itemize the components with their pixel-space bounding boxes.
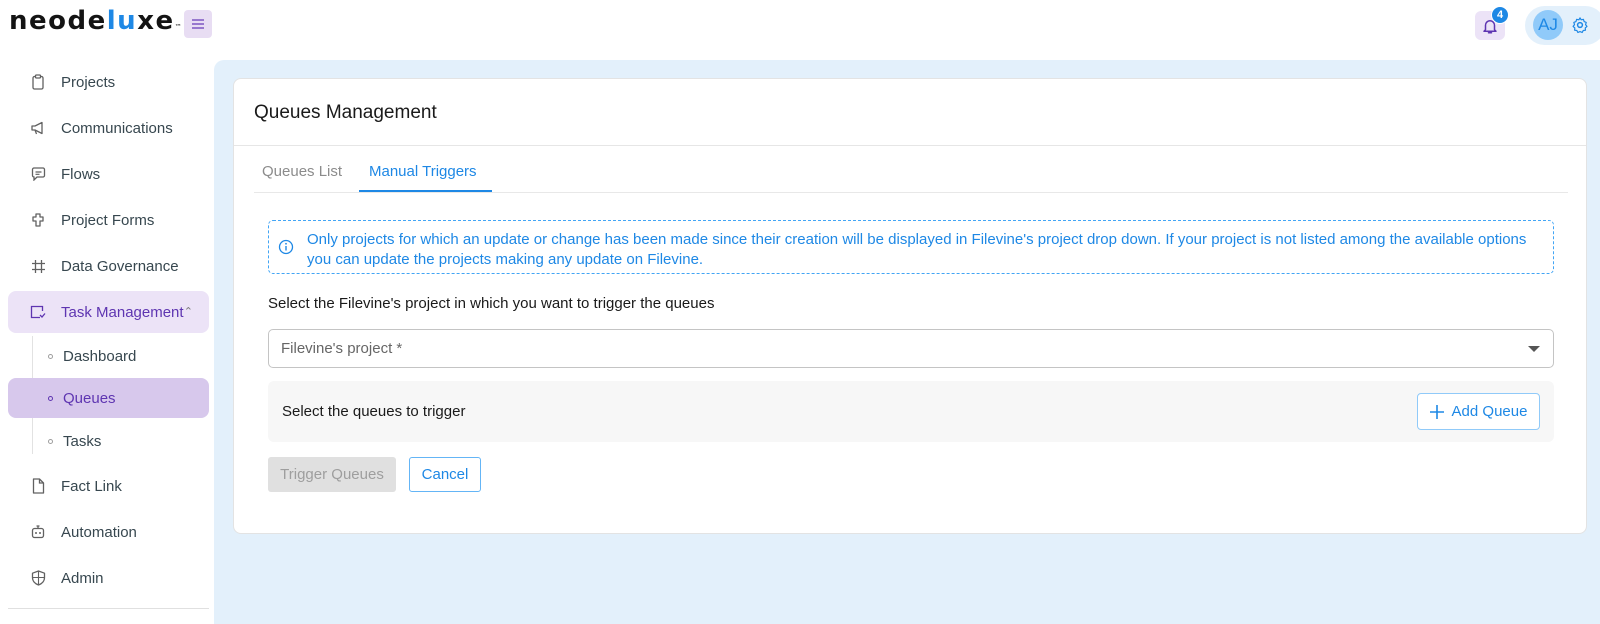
task-icon (30, 304, 46, 320)
sidebar-subitem-queues[interactable]: Queues (8, 378, 209, 418)
card-divider (234, 145, 1586, 146)
sidebar-item-automation[interactable]: Automation (8, 511, 209, 553)
shield-icon (30, 570, 46, 586)
queues-management-card: Queues Management Queues List Manual Tri… (233, 78, 1587, 534)
gear-icon (1572, 17, 1588, 34)
sidebar-item-communications[interactable]: Communications (8, 107, 209, 149)
dropdown-arrow-icon (1528, 346, 1540, 352)
tab-queues-list[interactable]: Queues List (262, 163, 342, 180)
plus-icon (1429, 404, 1444, 419)
trigger-queues-button[interactable]: Trigger Queues (268, 457, 396, 492)
bullet-icon (48, 353, 53, 359)
info-icon (278, 239, 294, 255)
cancel-button[interactable]: Cancel (409, 457, 481, 492)
robot-icon (30, 524, 46, 540)
info-alert: Only projects for which an update or cha… (268, 220, 1554, 274)
hamburger-icon (192, 19, 204, 29)
info-text: Only projects for which an update or cha… (307, 231, 1527, 268)
bullet-icon (48, 438, 53, 444)
tab-manual-triggers[interactable]: Manual Triggers (369, 163, 477, 180)
chat-icon (30, 166, 46, 182)
page-title: Queues Management (254, 102, 437, 123)
sidebar-subitem-tasks[interactable]: Tasks (8, 421, 209, 461)
queues-selection-panel: Select the queues to trigger Add Queue (268, 381, 1554, 442)
notification-badge: 4 (1491, 6, 1509, 24)
filevine-project-select[interactable]: Filevine's project * (268, 329, 1554, 368)
bullet-icon (48, 395, 53, 401)
menu-toggle-button[interactable] (184, 10, 212, 38)
project-select-label: Select the Filevine's project in which y… (268, 295, 715, 312)
clipboard-icon (30, 74, 46, 90)
sidebar-item-project-forms[interactable]: Project Forms (8, 199, 209, 241)
settings-button[interactable] (1570, 15, 1590, 35)
queues-label: Select the queues to trigger (282, 403, 466, 420)
active-tab-indicator (359, 190, 492, 192)
sidebar-item-admin[interactable]: Admin (8, 557, 209, 599)
top-bar: neodeluxe™ 4 AJ (0, 0, 1600, 50)
sidebar-item-flows[interactable]: Flows (8, 153, 209, 195)
sidebar-item-task-management[interactable]: Task Management ⌃ (8, 291, 209, 333)
sidebar-item-data-governance[interactable]: Data Governance (8, 245, 209, 287)
sidebar-item-fact-link[interactable]: Fact Link (8, 465, 209, 507)
project-select-placeholder: Filevine's project * (281, 340, 403, 357)
avatar[interactable]: AJ (1533, 10, 1563, 40)
sidebar-divider (8, 608, 209, 609)
file-icon (30, 478, 46, 494)
megaphone-icon (30, 120, 46, 136)
sidebar-subitem-dashboard[interactable]: Dashboard (8, 336, 209, 376)
sidebar-item-projects[interactable]: Projects (8, 61, 209, 103)
add-queue-button[interactable]: Add Queue (1417, 393, 1540, 430)
chevron-up-icon: ⌃ (183, 306, 193, 318)
logo[interactable]: neodeluxe™ (9, 6, 182, 36)
tabs-divider (254, 192, 1568, 193)
puzzle-icon (30, 212, 46, 228)
grid-icon (30, 258, 46, 274)
